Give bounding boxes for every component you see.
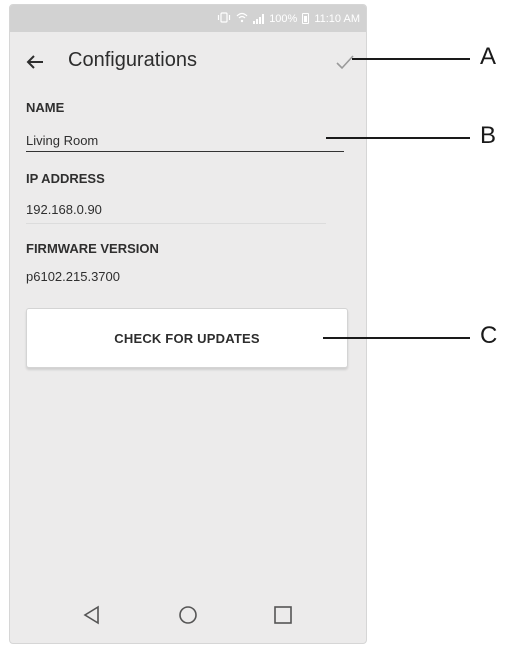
status-bar: 100% 11:10 AM [10, 5, 366, 32]
phone-screen: 100% 11:10 AM Configurations NAME IP ADD… [9, 4, 367, 644]
navigation-bar [10, 587, 366, 643]
status-time: 11:10 AM [314, 12, 360, 25]
vibrate-icon [217, 11, 231, 26]
callout-label-b: B [480, 122, 497, 149]
callout-label-c: C [480, 322, 498, 349]
firmware-version-value: p6102.215.3700 [26, 269, 120, 284]
check-icon[interactable] [334, 52, 356, 72]
callout-line-c [323, 337, 470, 339]
check-for-updates-button[interactable]: CHECK FOR UPDATES [26, 308, 348, 368]
home-circle-icon[interactable] [176, 603, 200, 627]
battery-percent: 100% [269, 12, 298, 25]
battery-icon [302, 13, 310, 24]
app-bar: Configurations [10, 32, 366, 92]
name-input[interactable] [26, 129, 344, 152]
signal-icon [253, 13, 265, 24]
name-label: NAME [26, 100, 65, 115]
firmware-version-label: FIRMWARE VERSION [26, 241, 159, 256]
arrow-left-icon[interactable] [24, 50, 48, 74]
divider [26, 223, 326, 224]
page-title: Configurations [68, 49, 197, 71]
back-triangle-icon[interactable] [80, 603, 104, 627]
ip-address-label: IP ADDRESS [26, 171, 105, 186]
callout-line-b [326, 137, 470, 139]
callout-label-a: A [480, 43, 497, 70]
callout-line-a [352, 58, 470, 60]
recents-square-icon[interactable] [271, 603, 295, 627]
ip-address-value: 192.168.0.90 [26, 202, 102, 217]
wifi-icon [236, 12, 248, 26]
